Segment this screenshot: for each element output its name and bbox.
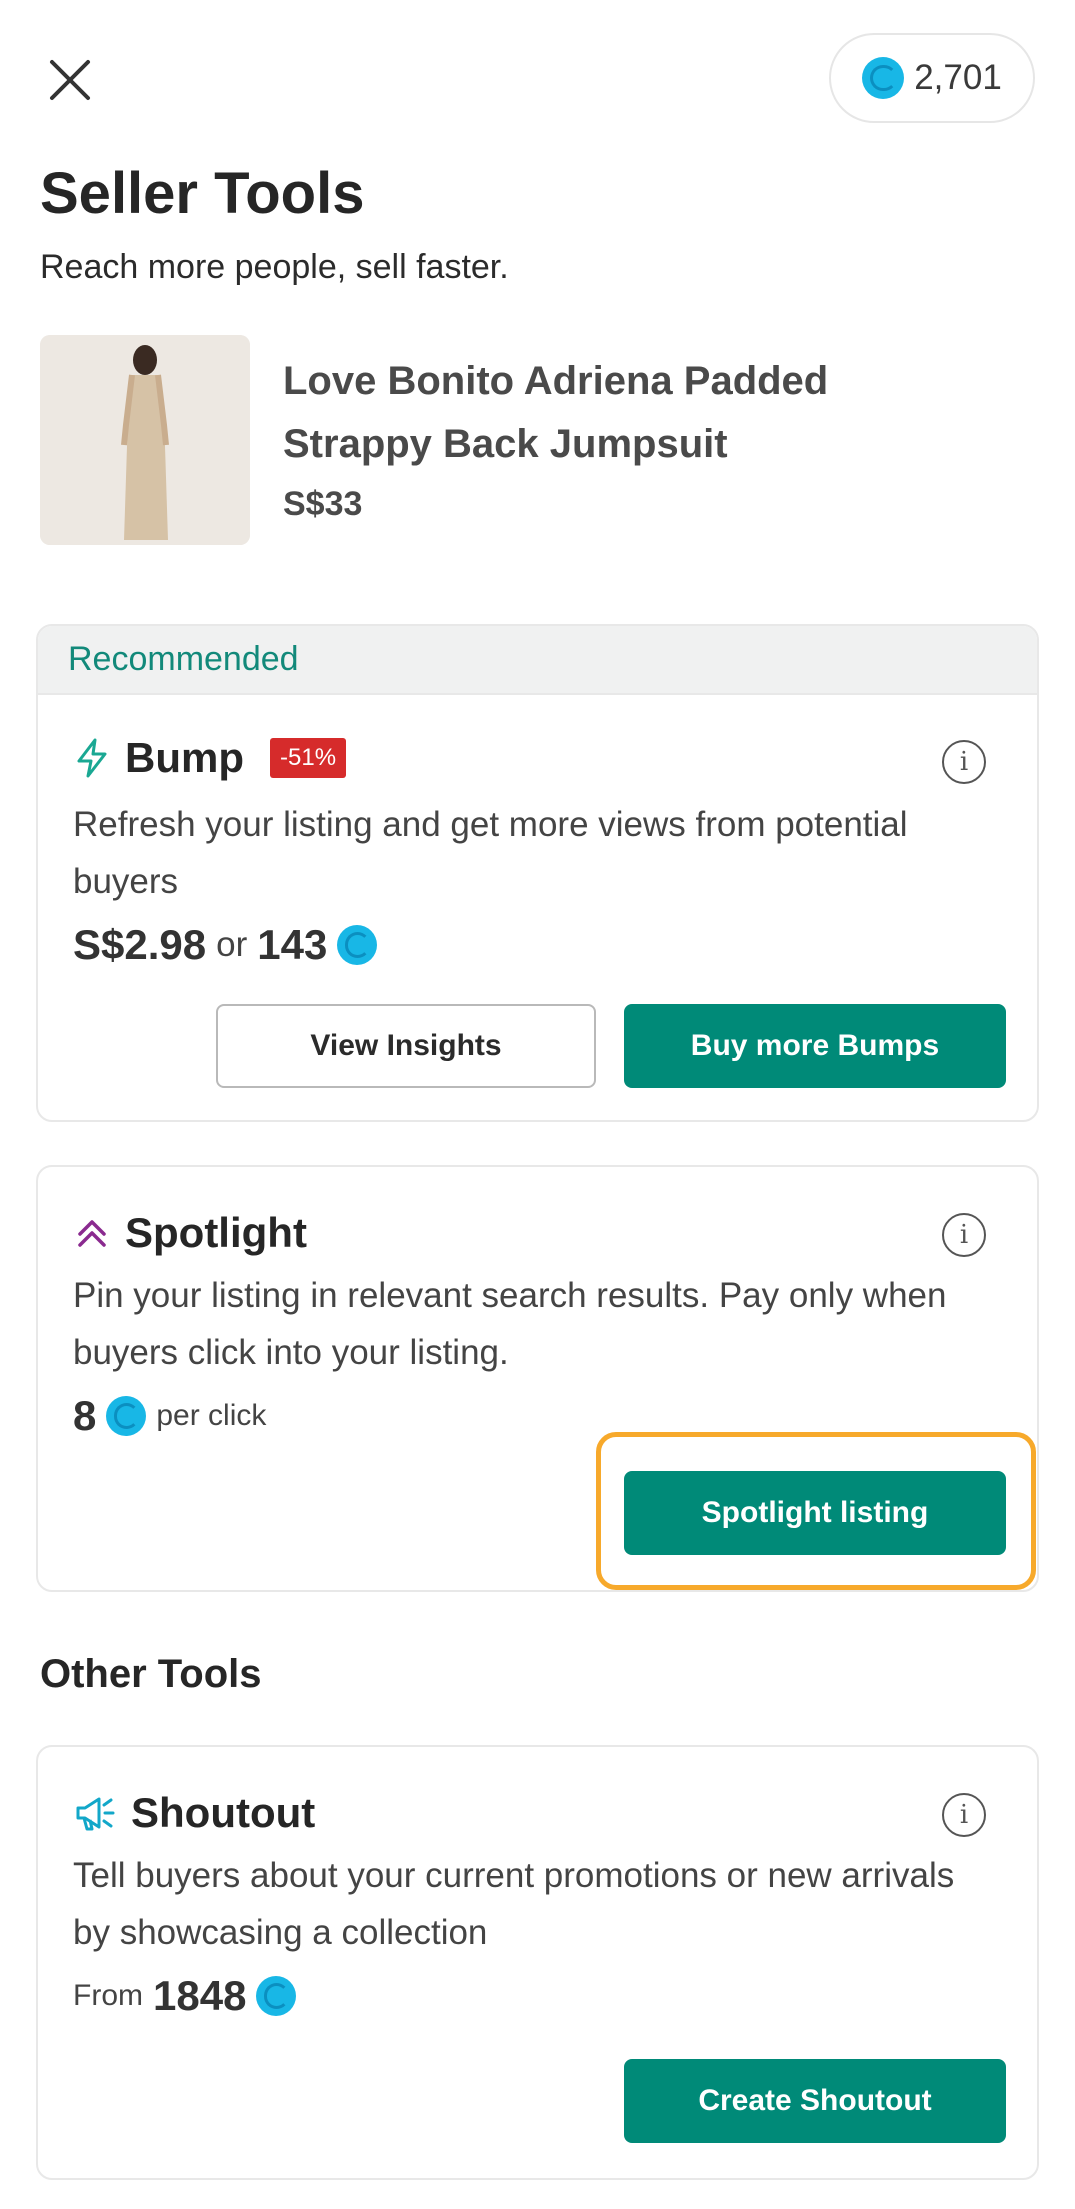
recommended-card: Recommended Bump -51% i Refresh your lis…: [36, 624, 1039, 1122]
coin-balance-pill[interactable]: 2,701: [829, 33, 1035, 123]
shoutout-coin-price: 1848: [153, 1972, 247, 2019]
close-button[interactable]: [44, 54, 96, 106]
close-icon: [50, 60, 90, 100]
shoutout-title: Shoutout: [131, 1789, 316, 1836]
recommended-label: Recommended: [68, 640, 299, 678]
spotlight-price-row: 8 per click: [73, 1392, 266, 1440]
shoutout-card: Shoutout i Tell buyers about your curren…: [36, 1745, 1039, 2180]
discount-badge: -51%: [270, 738, 347, 778]
per-click-label: per click: [156, 1399, 267, 1432]
product-name[interactable]: Love Bonito Adriena Padded Strappy Back …: [283, 350, 923, 476]
coin-icon: [337, 925, 378, 965]
bump-heading: Bump -51%: [73, 734, 347, 782]
other-tools-title: Other Tools: [40, 1652, 262, 1696]
bump-description: Refresh your listing and get more views …: [73, 805, 908, 901]
create-shoutout-button[interactable]: Create Shoutout: [624, 2059, 1006, 2143]
spotlight-coin-price: 8: [73, 1392, 97, 1439]
shoutout-info-icon[interactable]: i: [942, 1793, 986, 1837]
spotlight-heading: Spotlight: [73, 1209, 307, 1257]
page-subtitle: Reach more people, sell faster.: [40, 248, 509, 286]
lightning-icon: [77, 738, 107, 778]
bump-price-row: S$2.98 or 143: [73, 921, 378, 969]
product-price: S$33: [283, 485, 363, 523]
recommended-header: Recommended: [38, 626, 1037, 695]
buy-more-bumps-button[interactable]: Buy more Bumps: [624, 1004, 1006, 1088]
bump-coin-price: 143: [257, 921, 328, 968]
shoutout-heading: Shoutout: [73, 1789, 315, 1837]
coin-icon: [256, 1976, 297, 2016]
spotlight-button-highlight: [596, 1432, 1036, 1590]
coin-icon: [106, 1396, 147, 1436]
double-chevron-up-icon: [78, 1220, 106, 1247]
shoutout-price-row: From 1848: [73, 1972, 297, 2020]
product-image: [40, 335, 250, 545]
megaphone-icon: [76, 1797, 115, 1831]
bump-price: S$2.98: [73, 921, 207, 968]
spotlight-info-icon[interactable]: i: [942, 1213, 986, 1257]
coin-balance: 2,701: [914, 58, 1002, 97]
bump-info-icon[interactable]: i: [942, 740, 986, 784]
coin-icon: [862, 57, 905, 99]
view-insights-button[interactable]: View Insights: [216, 1004, 596, 1088]
from-label: From: [73, 1979, 143, 2012]
bump-title: Bump: [125, 734, 244, 781]
spotlight-description: Pin your listing in relevant search resu…: [73, 1276, 947, 1372]
bump-or-label: or: [216, 925, 248, 964]
page-title: Seller Tools: [40, 161, 365, 226]
spotlight-title: Spotlight: [125, 1209, 307, 1256]
shoutout-description: Tell buyers about your current promotion…: [73, 1856, 955, 1952]
